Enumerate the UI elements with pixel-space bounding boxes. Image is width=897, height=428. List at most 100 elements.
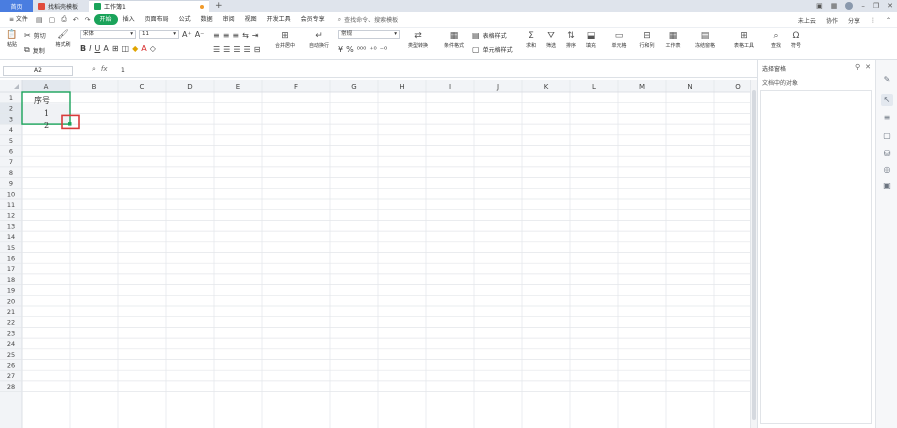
row-header-3[interactable]: 3 [9, 115, 13, 123]
filter-button[interactable]: ⛛ 筛选 [542, 31, 560, 49]
select-cursor-icon[interactable]: ↖ [881, 94, 893, 106]
grid-apps-icon[interactable]: ▦ [831, 2, 838, 10]
highlight-icon[interactable]: ◆ [132, 44, 138, 53]
zoom-icon[interactable]: ⌕ [92, 65, 96, 74]
eraser-icon[interactable]: ◇ [150, 44, 156, 53]
row-header-13[interactable]: 13 [7, 222, 15, 230]
column-header-c[interactable]: C [140, 83, 145, 91]
cell-a3[interactable]: 2 [44, 121, 49, 131]
column-header-b[interactable]: B [92, 83, 97, 91]
column-header-o[interactable]: O [735, 83, 741, 91]
objects-list[interactable] [760, 90, 872, 424]
symbol-button[interactable]: Ω 符号 [788, 31, 804, 49]
row-header-14[interactable]: 14 [7, 233, 15, 241]
column-header-e[interactable]: E [236, 83, 240, 91]
row-header-20[interactable]: 20 [7, 297, 15, 305]
column-header-g[interactable]: G [351, 83, 356, 91]
tab-templates[interactable]: 找稻壳模板 [33, 0, 89, 12]
row-header-17[interactable]: 17 [7, 265, 15, 273]
fx-icon[interactable]: fx [101, 65, 108, 74]
backup-icon[interactable]: ⛁ [881, 148, 893, 160]
tab-home[interactable]: 首页 [0, 0, 33, 12]
layout-icon[interactable]: ▣ [816, 2, 823, 10]
cloud-status[interactable]: 未上云 [798, 16, 816, 25]
undo-icon[interactable]: ↶ [70, 16, 82, 24]
row-header-12[interactable]: 12 [7, 212, 15, 220]
align-right-icon[interactable]: ☰ [233, 45, 240, 54]
row-header-26[interactable]: 26 [7, 362, 15, 370]
row-header-15[interactable]: 15 [7, 244, 15, 252]
distribute-icon[interactable]: ⊟ [254, 45, 261, 54]
menu-formulas[interactable]: 公式 [174, 14, 196, 25]
copy-button[interactable]: ⧉ 复制 [24, 45, 45, 55]
selection-pane-title[interactable]: 选择窗格 [762, 64, 786, 73]
row-header-22[interactable]: 22 [7, 319, 15, 327]
align-middle-icon[interactable]: ≡ [223, 31, 230, 40]
collaborate-button[interactable]: 协作 [826, 16, 838, 25]
cell-style-button[interactable]: ▢ 单元格样式 [472, 45, 513, 54]
sum-button[interactable]: Σ 求和 [522, 31, 540, 49]
row-header-28[interactable]: 28 [7, 383, 15, 391]
styles-icon[interactable]: ✎ [881, 74, 893, 86]
strikethrough-icon[interactable]: A [103, 44, 108, 53]
row-header-27[interactable]: 27 [7, 372, 15, 380]
orientation-icon[interactable]: ⇆ [242, 31, 249, 40]
fill-button[interactable]: ⬓ 填充 [582, 31, 600, 49]
fill-color-icon[interactable]: ◫ [122, 44, 130, 53]
minimize-icon[interactable]: – [861, 2, 865, 10]
more-icon[interactable]: ⋮ [870, 17, 876, 24]
bold-icon[interactable]: B [80, 44, 86, 53]
font-size-select[interactable]: 11 ▾ [139, 30, 179, 39]
menu-view[interactable]: 视图 [240, 14, 262, 25]
spreadsheet-grid[interactable]: A B C D E F G H I J K L M N O 1 2 3 4 5 6 7 8 9 10 11 12 13 14 15 16 17… [0, 80, 750, 428]
collapse-ribbon-icon[interactable]: ⌃ [886, 17, 891, 24]
decrease-decimal-icon[interactable]: ⁻⁰ [380, 45, 387, 54]
row-header-6[interactable]: 6 [9, 148, 13, 156]
italic-icon[interactable]: I [89, 44, 91, 53]
font-family-select[interactable]: 宋体 ▾ [80, 30, 136, 39]
justify-icon[interactable]: ☰ [244, 45, 251, 54]
align-center-icon[interactable]: ☰ [223, 45, 230, 54]
quick-print-icon[interactable]: ⎙ [58, 15, 70, 24]
type-convert-button[interactable]: ⇄ 类型转换 [404, 31, 432, 49]
column-header-k[interactable]: K [544, 83, 549, 91]
restore-icon[interactable]: ❐ [873, 2, 879, 10]
font-grow-icon[interactable]: A⁺ [182, 30, 192, 39]
column-header-h[interactable]: H [399, 83, 404, 91]
align-bottom-icon[interactable]: ≡ [232, 31, 239, 40]
close-icon[interactable]: ✕ [865, 63, 871, 71]
cell-a1[interactable]: 序号 [34, 96, 50, 106]
column-header-j[interactable]: J [496, 83, 499, 91]
sort-button[interactable]: ⇅ 排序 [562, 31, 580, 49]
wrap-text-button[interactable]: ↵ 自动换行 [304, 31, 334, 49]
row-header-4[interactable]: 4 [9, 126, 13, 134]
column-header-a[interactable]: A [44, 83, 49, 91]
fill-handle[interactable] [68, 122, 72, 126]
row-header-19[interactable]: 19 [7, 287, 15, 295]
vertical-scrollbar[interactable] [750, 80, 757, 428]
target-icon[interactable]: ◎ [881, 164, 893, 176]
column-header-l[interactable]: L [592, 83, 596, 91]
number-format-select[interactable]: 常规 ▾ [338, 30, 400, 39]
table-style-button[interactable]: ▤ 表格样式 [472, 31, 507, 40]
menu-developer[interactable]: 开发工具 [262, 14, 296, 25]
tab-workbook[interactable]: 工作簿1 [89, 0, 209, 12]
align-left-icon[interactable]: ☰ [213, 45, 220, 54]
cell-a2[interactable]: 1 [44, 109, 49, 119]
currency-icon[interactable]: ¥ [338, 45, 343, 54]
new-tab-button[interactable]: + [215, 0, 223, 12]
row-header-23[interactable]: 23 [7, 329, 15, 337]
row-header-25[interactable]: 25 [7, 351, 15, 359]
border-icon[interactable]: ⊞ [112, 44, 119, 53]
row-header-10[interactable]: 10 [7, 190, 15, 198]
row-header-11[interactable]: 11 [7, 201, 15, 209]
column-header-m[interactable]: M [639, 83, 645, 91]
find-button[interactable]: ⌕ 查找 [768, 31, 784, 49]
share-button[interactable]: 分享 [848, 16, 860, 25]
scrollbar-thumb[interactable] [752, 90, 756, 420]
menu-review[interactable]: 审阅 [218, 14, 240, 25]
comment-icon[interactable]: ▢ [881, 130, 893, 142]
menu-home[interactable]: 开始 [93, 14, 118, 25]
cell-button[interactable]: ▭ 单元格 [608, 31, 630, 49]
column-header-i[interactable]: I [449, 83, 451, 91]
